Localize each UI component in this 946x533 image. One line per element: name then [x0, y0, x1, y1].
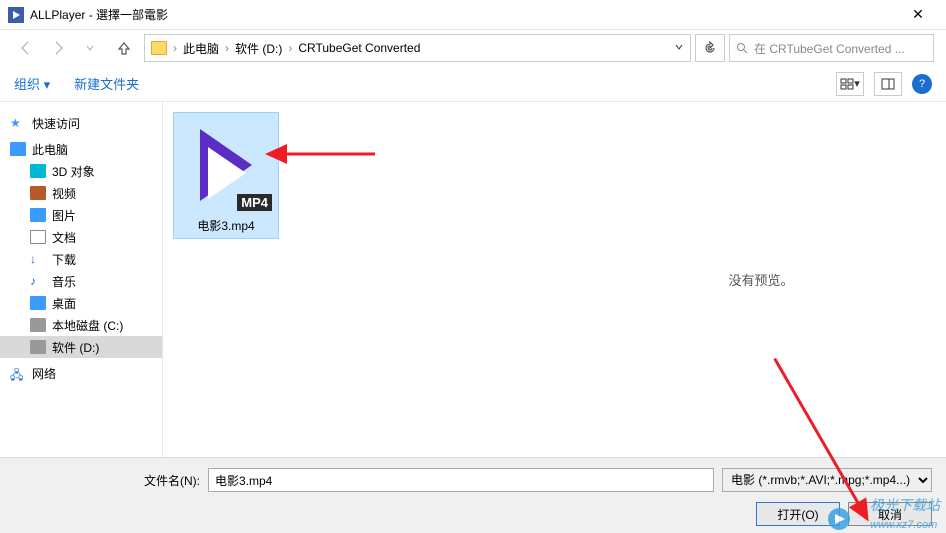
folder-icon: [151, 41, 167, 55]
search-icon: [736, 42, 748, 54]
help-button[interactable]: ?: [912, 74, 932, 94]
sidebar-label: 软件 (D:): [52, 339, 99, 356]
sidebar-this-pc[interactable]: 此电脑: [0, 138, 162, 160]
sidebar-disk-c[interactable]: 本地磁盘 (C:): [0, 314, 162, 336]
preview-pane-button[interactable]: [874, 72, 902, 96]
address-dropdown-icon[interactable]: [674, 41, 684, 55]
sidebar-disk-d[interactable]: 软件 (D:): [0, 336, 162, 358]
file-item-selected[interactable]: MP4 电影3.mp4: [173, 112, 279, 239]
toolbar: 组织 ▾ 新建文件夹 ▾ ?: [0, 66, 946, 102]
breadcrumb-sep: ›: [225, 41, 229, 55]
cube-icon: [30, 164, 46, 178]
sidebar-label: 图片: [52, 207, 76, 224]
disk-icon: [30, 340, 46, 354]
music-icon: ♪: [30, 274, 46, 288]
nav-back-button[interactable]: [12, 34, 40, 62]
app-icon: [8, 7, 24, 23]
sidebar-label: 网络: [32, 365, 56, 382]
breadcrumb-sep: ›: [288, 41, 292, 55]
breadcrumb-pc[interactable]: 此电脑: [183, 40, 219, 57]
address-bar[interactable]: › 此电脑 › 软件 (D:) › CRTubeGet Converted: [144, 34, 691, 62]
organize-menu[interactable]: 组织 ▾: [14, 74, 50, 93]
new-folder-button[interactable]: 新建文件夹: [74, 74, 139, 93]
nav-recent-dropdown[interactable]: [76, 34, 104, 62]
sidebar-label: 此电脑: [32, 141, 68, 158]
main-area: ★ 快速访问 此电脑 3D 对象 视频 图片 文档 ↓ 下载 ♪ 音乐 桌面 本地磁盘…: [0, 102, 946, 457]
sidebar-label: 音乐: [52, 273, 76, 290]
nav-up-button[interactable]: [112, 36, 136, 60]
search-input[interactable]: 在 CRTubeGet Converted ...: [729, 34, 934, 62]
search-placeholder: 在 CRTubeGet Converted ...: [754, 40, 905, 57]
sidebar-label: 文档: [52, 229, 76, 246]
titlebar: ALLPlayer - 選擇一部電影 ✕: [0, 0, 946, 30]
sidebar-pictures[interactable]: 图片: [0, 204, 162, 226]
sidebar-label: 视频: [52, 185, 76, 202]
sidebar-desktop[interactable]: 桌面: [0, 292, 162, 314]
sidebar-label: 桌面: [52, 295, 76, 312]
play-icon-inner: [208, 147, 246, 199]
nav-forward-button[interactable]: [44, 34, 72, 62]
breadcrumb-sep: ›: [173, 41, 177, 55]
sidebar-label: 3D 对象: [52, 163, 95, 180]
star-icon: ★: [10, 116, 26, 130]
sidebar-network[interactable]: 🖧 网络: [0, 362, 162, 384]
filename-label: 文件名(N):: [144, 472, 200, 489]
preview-empty-text: 没有预览。: [728, 270, 793, 289]
file-thumbnail: MP4: [178, 117, 274, 213]
network-icon: 🖧: [10, 366, 26, 380]
breadcrumb-drive[interactable]: 软件 (D:): [235, 40, 282, 57]
window-title: ALLPlayer - 選擇一部電影: [30, 6, 898, 23]
sidebar-3d-objects[interactable]: 3D 对象: [0, 160, 162, 182]
pc-icon: [10, 142, 26, 156]
sidebar-quick-access[interactable]: ★ 快速访问: [0, 112, 162, 134]
sidebar-documents[interactable]: 文档: [0, 226, 162, 248]
cancel-button[interactable]: 取消: [848, 502, 932, 526]
navbar: › 此电脑 › 软件 (D:) › CRTubeGet Converted 在 …: [0, 30, 946, 66]
desktop-icon: [30, 296, 46, 310]
open-button[interactable]: 打开(O): [756, 502, 840, 526]
view-mode-button[interactable]: ▾: [836, 72, 864, 96]
breadcrumb-folder[interactable]: CRTubeGet Converted: [298, 41, 420, 55]
video-icon: [30, 186, 46, 200]
bottom-panel: 文件名(N): 电影 (*.rmvb;*.AVI;*.mpg;*.mp4...)…: [0, 457, 946, 533]
sidebar-label: 下载: [52, 251, 76, 268]
sidebar-downloads[interactable]: ↓ 下载: [0, 248, 162, 270]
sidebar-music[interactable]: ♪ 音乐: [0, 270, 162, 292]
sidebar-label: 本地磁盘 (C:): [52, 317, 123, 334]
picture-icon: [30, 208, 46, 222]
refresh-button[interactable]: [695, 34, 725, 62]
preview-pane: 没有预览。: [576, 102, 946, 457]
file-name-label: 电影3.mp4: [178, 217, 274, 234]
file-list[interactable]: MP4 电影3.mp4: [163, 102, 576, 457]
filename-input[interactable]: [208, 468, 714, 492]
sidebar-videos[interactable]: 视频: [0, 182, 162, 204]
close-button[interactable]: ✕: [898, 6, 938, 23]
document-icon: [30, 230, 46, 244]
filetype-select[interactable]: 电影 (*.rmvb;*.AVI;*.mpg;*.mp4...): [722, 468, 932, 492]
format-badge: MP4: [237, 194, 272, 211]
sidebar: ★ 快速访问 此电脑 3D 对象 视频 图片 文档 ↓ 下载 ♪ 音乐 桌面 本地磁盘…: [0, 102, 163, 457]
sidebar-label: 快速访问: [32, 115, 80, 132]
download-icon: ↓: [30, 252, 46, 266]
disk-icon: [30, 318, 46, 332]
